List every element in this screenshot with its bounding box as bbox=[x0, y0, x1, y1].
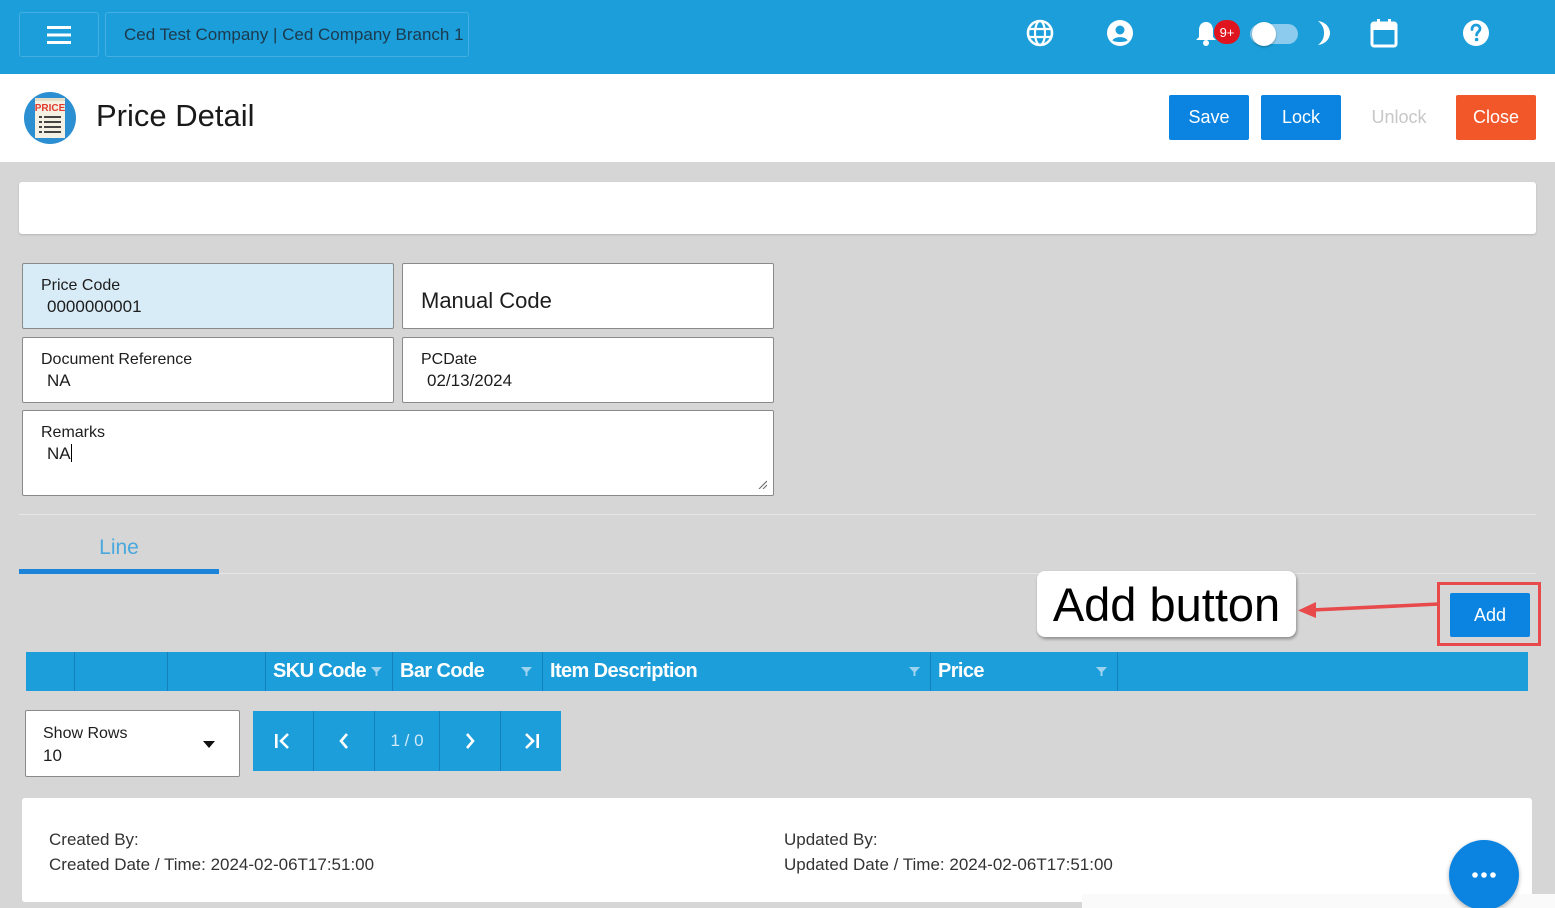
add-line-button[interactable]: Add bbox=[1450, 593, 1530, 637]
price-code-value: 0000000001 bbox=[47, 297, 142, 316]
show-rows-value: 10 bbox=[43, 746, 62, 765]
page-info-text: 1 / 0 bbox=[390, 731, 424, 750]
price-header: Price bbox=[938, 660, 985, 682]
unlock-button: Unlock bbox=[1359, 95, 1439, 140]
document-reference-value: NA bbox=[47, 371, 71, 390]
page-title: Price Detail bbox=[96, 98, 255, 133]
line-grid-header: SKU Code Bar Code Item Description Price bbox=[26, 652, 1528, 691]
toggle-knob bbox=[1252, 22, 1276, 46]
price-code-field[interactable]: Price Code 0000000001 bbox=[22, 263, 394, 329]
chevron-left-icon bbox=[339, 733, 348, 749]
item-description-header: Item Description bbox=[550, 660, 698, 682]
first-page-button[interactable] bbox=[253, 711, 314, 771]
logo-text: PRICE bbox=[35, 103, 66, 114]
annotation-callout-text: Add button bbox=[1052, 577, 1281, 631]
remarks-field[interactable]: Remarks NA bbox=[22, 410, 774, 496]
page-info: 1 / 0 bbox=[375, 711, 440, 771]
grid-column-bar-code[interactable]: Bar Code bbox=[393, 652, 543, 691]
sku-code-header: SKU Code bbox=[273, 660, 367, 682]
price-document-icon: PRICE bbox=[23, 91, 77, 145]
annotation-arrow-icon bbox=[1298, 602, 1440, 618]
globe-icon bbox=[1026, 19, 1054, 47]
annotation-callout: Add button bbox=[1037, 571, 1296, 637]
next-page-button[interactable] bbox=[440, 711, 501, 771]
chevron-right-icon bbox=[466, 733, 475, 749]
help-button[interactable] bbox=[1460, 17, 1492, 49]
manual-code-placeholder: Manual Code bbox=[421, 288, 552, 313]
info-panel bbox=[19, 182, 1536, 234]
updated-by: Updated By: bbox=[784, 830, 878, 849]
filter-icon[interactable] bbox=[909, 666, 920, 677]
more-horizontal-icon bbox=[1472, 872, 1496, 878]
filter-icon[interactable] bbox=[521, 666, 532, 677]
tab-line[interactable]: Line bbox=[19, 527, 219, 574]
profile-button[interactable] bbox=[1104, 17, 1136, 49]
manual-code-field[interactable]: Manual Code bbox=[402, 263, 774, 329]
page-header: PRICE Price Detail Save Lock Unlock Clos… bbox=[0, 74, 1555, 162]
bar-code-header: Bar Code bbox=[400, 660, 485, 682]
grid-column-sku-code[interactable]: SKU Code bbox=[266, 652, 393, 691]
more-actions-button[interactable] bbox=[1449, 840, 1519, 908]
menu-icon bbox=[47, 25, 71, 44]
pagination: 1 / 0 bbox=[253, 711, 561, 771]
company-selector[interactable]: Ced Test Company | Ced Company Branch 1 bbox=[105, 12, 469, 57]
grid-column-select bbox=[26, 652, 75, 691]
grid-column-item-description[interactable]: Item Description bbox=[543, 652, 931, 691]
tab-line-label: Line bbox=[99, 536, 139, 559]
remarks-value-wrap: NA bbox=[47, 444, 72, 464]
last-page-icon bbox=[525, 733, 539, 749]
close-button[interactable]: Close bbox=[1456, 95, 1536, 140]
last-page-button[interactable] bbox=[501, 711, 561, 771]
text-cursor bbox=[70, 444, 72, 462]
updated-date: Updated Date / Time: 2024-02-06T17:51:00 bbox=[784, 855, 1113, 874]
grid-column-action-2 bbox=[168, 652, 266, 691]
menu-button[interactable] bbox=[19, 12, 99, 57]
created-by: Created By: bbox=[49, 830, 139, 849]
tab-divider bbox=[219, 573, 1536, 574]
remarks-label: Remarks bbox=[41, 424, 106, 441]
grid-column-action-1 bbox=[75, 652, 168, 691]
grid-column-price[interactable]: Price bbox=[931, 652, 1118, 691]
help-icon bbox=[1463, 20, 1489, 46]
show-rows-label: Show Rows bbox=[43, 725, 128, 742]
previous-page-button[interactable] bbox=[314, 711, 375, 771]
notification-badge: 9+ bbox=[1214, 20, 1240, 44]
section-divider bbox=[19, 514, 1536, 515]
language-button[interactable] bbox=[1024, 17, 1056, 49]
pc-date-value: 02/13/2024 bbox=[427, 371, 513, 390]
pc-date-field[interactable]: PCDate 02/13/2024 bbox=[402, 337, 774, 403]
moon-icon bbox=[1318, 21, 1330, 45]
top-bar: Ced Test Company | Ced Company Branch 1 … bbox=[0, 0, 1555, 74]
calendar-icon bbox=[1370, 19, 1398, 48]
created-date: Created Date / Time: 2024-02-06T17:51:00 bbox=[49, 855, 375, 874]
dark-mode-button[interactable] bbox=[1307, 17, 1339, 49]
theme-toggle[interactable] bbox=[1250, 22, 1298, 46]
company-text: Ced Test Company | Ced Company Branch 1 bbox=[124, 24, 464, 44]
filter-icon[interactable] bbox=[371, 666, 382, 677]
show-rows-select[interactable]: Show Rows 10 bbox=[25, 710, 240, 777]
document-reference-label: Document Reference bbox=[41, 351, 193, 368]
document-reference-field[interactable]: Document Reference NA bbox=[22, 337, 394, 403]
resize-grip-icon[interactable] bbox=[757, 479, 767, 489]
audit-footer: Created By: Created Date / Time: 2024-02… bbox=[22, 798, 1532, 902]
remarks-value: NA bbox=[47, 444, 71, 463]
chevron-down-icon bbox=[203, 741, 215, 748]
price-code-label: Price Code bbox=[41, 277, 121, 294]
calendar-button[interactable] bbox=[1368, 17, 1400, 49]
pc-date-label: PCDate bbox=[421, 351, 478, 368]
user-circle-icon bbox=[1107, 20, 1133, 46]
first-page-icon bbox=[275, 733, 289, 749]
filter-icon[interactable] bbox=[1096, 666, 1107, 677]
save-button[interactable]: Save bbox=[1169, 95, 1249, 140]
lock-button[interactable]: Lock bbox=[1261, 95, 1341, 140]
